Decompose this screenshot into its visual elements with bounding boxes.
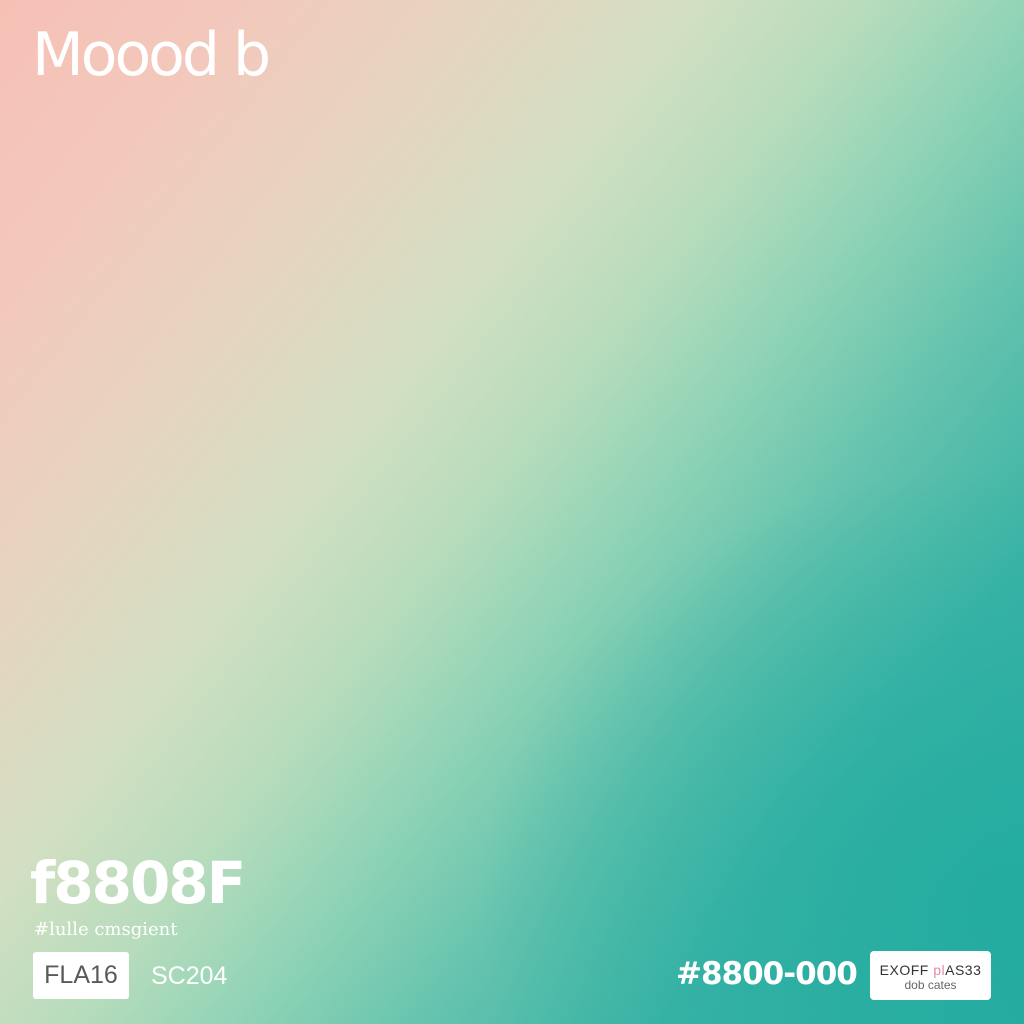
gradient-caption: #lulle cmsgient [34,919,178,940]
footer-hex-code: #8800-000 [676,956,858,992]
export-label-accent: pl [928,962,946,978]
export-label-end: AS33 [945,962,982,978]
color-hex-code: f8808F [30,849,246,917]
code-label: SC204 [151,962,228,990]
export-button-sublabel: dob cates [904,978,957,992]
page-title: Moood b [32,20,271,90]
export-button[interactable]: EXOFF plAS33 dob cates [870,951,991,1000]
code-chip[interactable]: FLA16 [33,952,129,999]
export-button-label: EXOFF plAS33 [870,962,991,978]
export-label-main: EXOFF [879,962,929,978]
